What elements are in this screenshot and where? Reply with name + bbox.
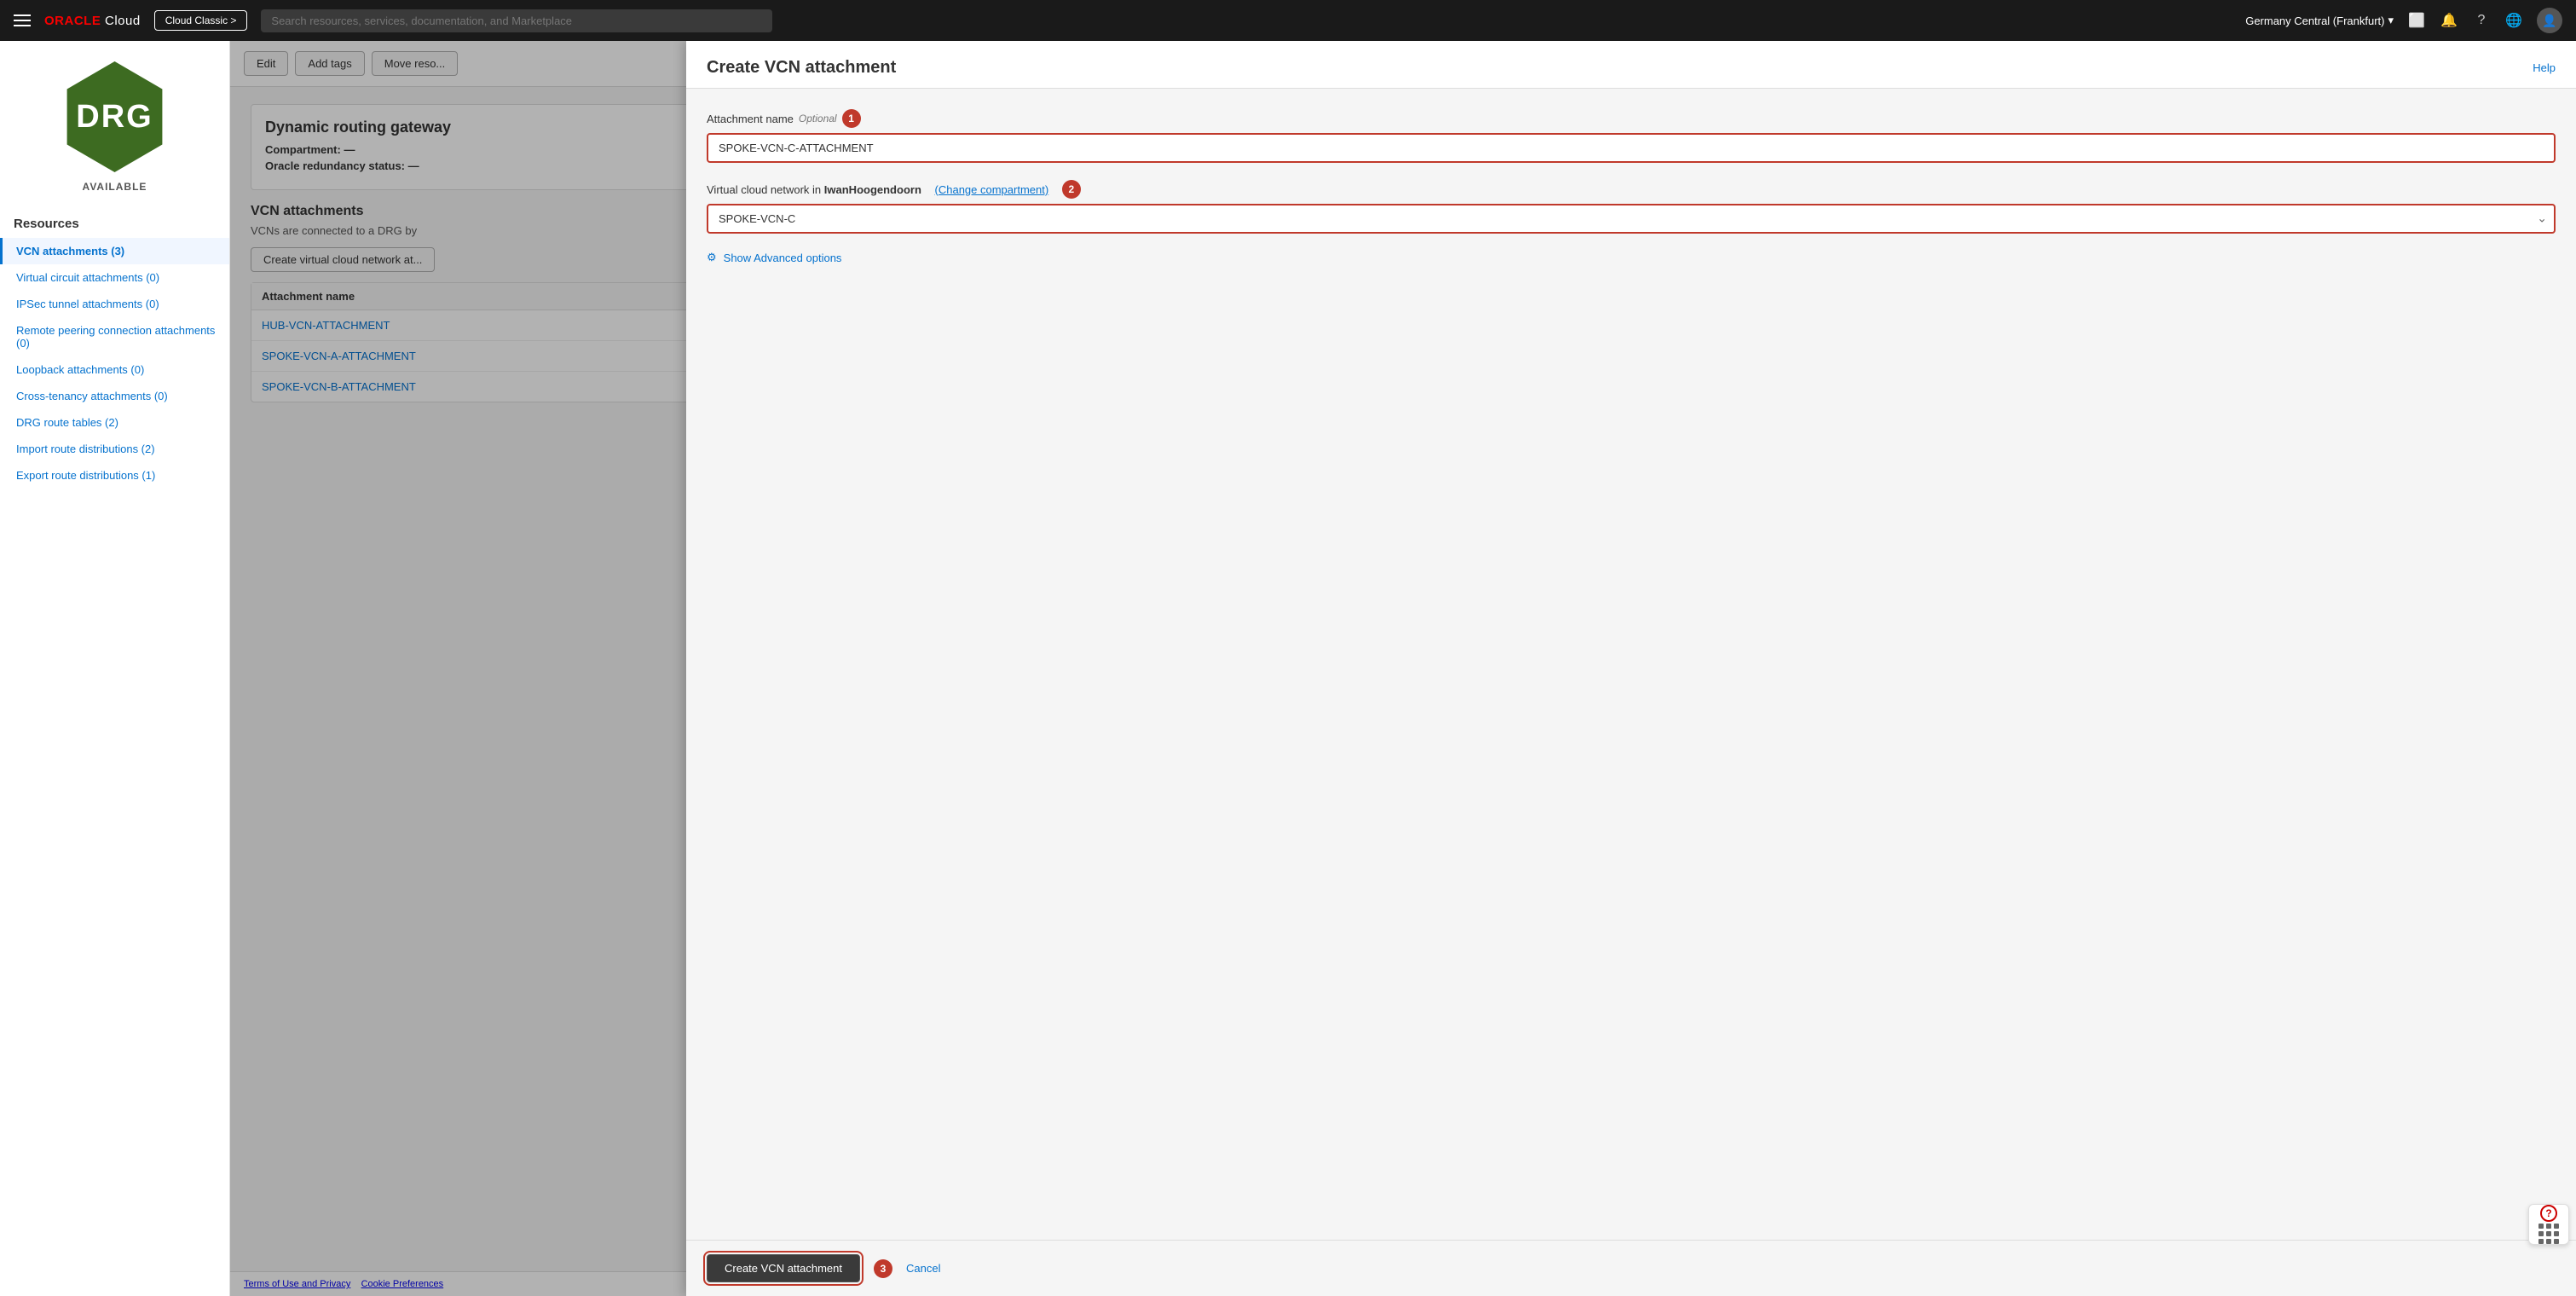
sidebar-item-ipsec[interactable]: IPSec tunnel attachments (0) (0, 291, 229, 317)
modal-header: Create VCN attachment Help (686, 41, 2576, 89)
advanced-options-link[interactable]: ⚙ Show Advanced options (707, 251, 2556, 264)
help-widget[interactable]: ? (2528, 1204, 2569, 1245)
sidebar-item-vcn-attachments[interactable]: VCN attachments (3) (0, 238, 229, 264)
modal-help-link[interactable]: Help (2533, 61, 2556, 74)
attachment-name-label: Attachment name Optional 1 (707, 109, 2556, 128)
search-input[interactable] (261, 9, 772, 32)
help-icon[interactable]: ? (2472, 11, 2491, 30)
help-widget-icon: ? (2540, 1205, 2557, 1222)
modal-title: Create VCN attachment (707, 58, 896, 78)
sidebar-item-import-route[interactable]: Import route distributions (2) (0, 436, 229, 462)
sidebar-item-virtual-circuit[interactable]: Virtual circuit attachments (0) (0, 264, 229, 291)
drg-icon-area: DRG AVAILABLE (0, 41, 229, 206)
step-1-badge: 1 (842, 109, 861, 128)
attachment-name-group: Attachment name Optional 1 (707, 109, 2556, 163)
drg-hexagon-icon: DRG (60, 61, 170, 172)
vcn-select-wrapper: SPOKE-VCN-C (707, 204, 2556, 234)
sidebar: DRG AVAILABLE Resources VCN attachments … (0, 41, 230, 1296)
nav-right: Germany Central (Frankfurt) ▾ ⬜ 🔔 ? 🌐 👤 (2245, 8, 2562, 33)
create-vcn-attachment-button[interactable]: Create VCN attachment (707, 1254, 860, 1282)
vcn-label: Virtual cloud network in IwanHoogendoorn… (707, 180, 2556, 199)
vcn-select-group: Virtual cloud network in IwanHoogendoorn… (707, 180, 2556, 234)
step-3-badge: 3 (874, 1259, 892, 1278)
change-compartment-link[interactable]: (Change compartment) (935, 183, 1049, 196)
cloud-classic-button[interactable]: Cloud Classic > (154, 10, 248, 31)
main-layout: DRG AVAILABLE Resources VCN attachments … (0, 41, 2576, 1296)
chevron-down-icon: ▾ (2388, 14, 2394, 27)
region-selector[interactable]: Germany Central (Frankfurt) ▾ (2245, 14, 2394, 27)
attachment-name-input[interactable] (707, 133, 2556, 163)
modal-panel: Create VCN attachment Help Attachment na… (686, 41, 2576, 1296)
modal-body: Attachment name Optional 1 Virtual cloud… (686, 89, 2576, 1240)
content-area: Edit Add tags Move reso... Dynamic routi… (230, 41, 2576, 1296)
step-2-badge: 2 (1062, 180, 1081, 199)
console-icon[interactable]: ⬜ (2407, 11, 2426, 30)
vcn-select[interactable]: SPOKE-VCN-C (707, 204, 2556, 234)
globe-icon[interactable]: 🌐 (2504, 11, 2523, 30)
resources-header: Resources (0, 206, 229, 238)
sidebar-item-loopback[interactable]: Loopback attachments (0) (0, 356, 229, 383)
bell-icon[interactable]: 🔔 (2440, 11, 2458, 30)
avatar[interactable]: 👤 (2537, 8, 2562, 33)
sidebar-item-export-route[interactable]: Export route distributions (1) (0, 462, 229, 489)
cancel-button[interactable]: Cancel (906, 1262, 940, 1275)
modal-footer: Create VCN attachment 3 Cancel (686, 1240, 2576, 1296)
sidebar-item-cross-tenancy[interactable]: Cross-tenancy attachments (0) (0, 383, 229, 409)
top-navigation: ORACLE Cloud Cloud Classic > Germany Cen… (0, 0, 2576, 41)
sidebar-item-remote-peering[interactable]: Remote peering connection attachments (0… (0, 317, 229, 356)
sidebar-item-drg-route-tables[interactable]: DRG route tables (2) (0, 409, 229, 436)
modal-overlay: Create VCN attachment Help Attachment na… (230, 41, 2576, 1296)
filter-icon: ⚙ (707, 251, 717, 264)
available-status: AVAILABLE (83, 181, 147, 193)
help-widget-dots (2538, 1224, 2559, 1244)
hamburger-menu[interactable] (14, 14, 31, 26)
oracle-logo: ORACLE Cloud (44, 14, 141, 28)
